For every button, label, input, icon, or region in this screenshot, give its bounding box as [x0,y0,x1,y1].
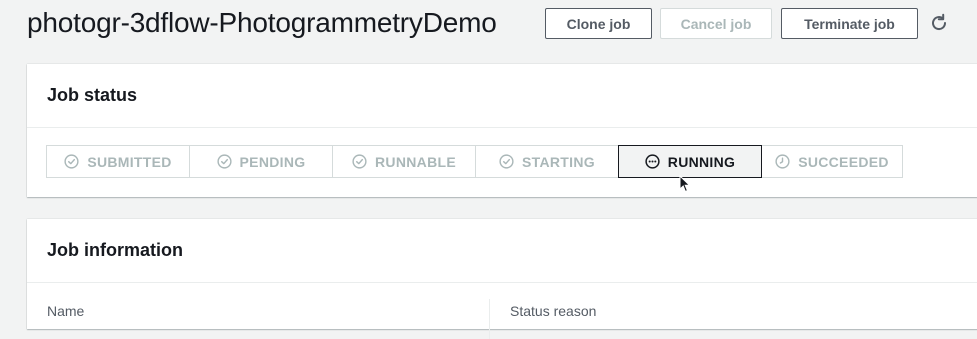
step-label: PENDING [239,153,306,170]
status-steps: SUBMITTED PENDING RUNNABLE STARTING RUNN… [46,145,903,178]
name-label: Name [47,303,85,319]
job-status-card: Job status SUBMITTED PENDING RUNNABLE ST… [27,64,977,197]
column-divider [489,299,490,339]
page-header: photogr-3dflow-PhotogrammetryDemo Clone … [27,4,977,42]
check-circle-icon [499,154,514,169]
job-information-header: Job information [27,219,977,283]
cancel-job-button[interactable]: Cancel job [660,8,772,39]
job-status-heading: Job status [47,85,138,105]
status-reason-label: Status reason [510,303,597,319]
step-label: SUBMITTED [87,153,172,170]
check-circle-icon [216,154,232,169]
step-label: RUNNABLE [375,153,456,170]
clock-icon [775,154,790,169]
step-label: SUCCEEDED [798,153,889,170]
check-circle-icon [64,154,79,169]
mouse-cursor-icon [679,175,691,193]
step-label: RUNNING [667,153,736,170]
step-label: STARTING [522,153,595,170]
clone-job-button[interactable]: Clone job [545,8,652,39]
step-running[interactable]: RUNNING [618,145,762,178]
step-submitted[interactable]: SUBMITTED [46,145,190,178]
job-information-heading: Job information [47,240,183,260]
check-circle-icon [352,154,367,169]
step-pending[interactable]: PENDING [189,145,333,178]
step-succeeded[interactable]: SUCCEEDED [761,145,903,178]
step-runnable[interactable]: RUNNABLE [332,145,476,178]
job-status-header: Job status [27,64,977,128]
terminate-job-button[interactable]: Terminate job [781,8,918,39]
page-title: photogr-3dflow-PhotogrammetryDemo [27,7,497,38]
in-progress-icon [645,154,660,169]
job-information-card: Job information Name Status reason [27,219,977,339]
refresh-icon[interactable] [928,12,950,34]
step-starting[interactable]: STARTING [475,145,619,178]
